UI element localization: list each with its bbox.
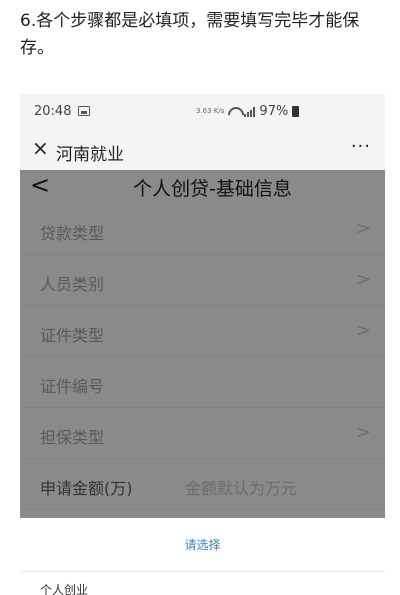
form-row-apply-amount[interactable]: 申请金额(万) 金额默认为万元 — [20, 459, 385, 510]
close-icon[interactable]: × — [32, 138, 49, 158]
form-row-guarantee-type[interactable]: 担保类型 > — [20, 408, 385, 459]
form-rows: 贷款类型 > 人员类别 > 证件类型 > 证件编号 担保类型 > 申请金额(万)… — [20, 204, 385, 510]
picker-sheet: 请选择 个人创业 — [20, 518, 385, 595]
form-row-person-category[interactable]: 人员类别 > — [20, 255, 385, 306]
page-title: 个人创贷-基础信息 — [133, 178, 292, 200]
chevron-right-icon: > — [355, 320, 371, 341]
picker-option[interactable]: 个人创业 — [40, 581, 88, 595]
form-row-label: 担保类型 — [40, 428, 105, 447]
amount-input[interactable]: 金额默认为万元 — [185, 475, 297, 499]
form-row-id-type[interactable]: 证件类型 > — [20, 306, 385, 357]
status-bar: 20:48 3.63 K/s 97% — [20, 94, 385, 130]
page-nav: < 个人创贷-基础信息 — [20, 170, 385, 204]
instruction-caption: 6.各个步骤都是必填项，需要填写完毕才能保存。 — [20, 11, 360, 58]
battery-icon — [292, 106, 300, 117]
more-icon[interactable]: ··· — [351, 136, 371, 157]
status-right: 3.63 K/s 97% — [196, 104, 300, 119]
battery-percent: 97% — [259, 104, 289, 119]
picker-title: 请选择 — [20, 518, 385, 572]
form-row-loan-type[interactable]: 贷款类型 > — [20, 204, 385, 255]
chevron-right-icon: > — [355, 422, 371, 443]
chevron-right-icon: > — [355, 269, 371, 290]
form-row-label: 贷款类型 — [40, 224, 105, 243]
phone-screenshot: 20:48 3.63 K/s 97% × 河南就业 ··· < 个人创贷-基础信… — [20, 94, 385, 595]
form-row-label: 证件类型 — [40, 326, 105, 345]
chevron-right-icon: > — [355, 218, 371, 239]
app-title: 河南就业 — [56, 145, 124, 165]
form-row-label: 人员类别 — [40, 275, 105, 294]
form-row-label: 申请金额(万) — [40, 479, 133, 498]
network-speed: 3.63 K/s — [196, 107, 225, 115]
form-row-label: 证件编号 — [40, 377, 105, 396]
form-row-id-number[interactable]: 证件编号 — [20, 357, 385, 408]
status-time: 20:48 — [34, 104, 72, 119]
wifi-icon — [228, 107, 240, 117]
app-bar: × 河南就业 ··· — [20, 130, 385, 170]
form-page-dimmed: < 个人创贷-基础信息 贷款类型 > 人员类别 > 证件类型 > 证件编号 担保… — [20, 170, 385, 518]
signal-icon — [244, 106, 256, 117]
image-notification-icon — [78, 106, 90, 116]
